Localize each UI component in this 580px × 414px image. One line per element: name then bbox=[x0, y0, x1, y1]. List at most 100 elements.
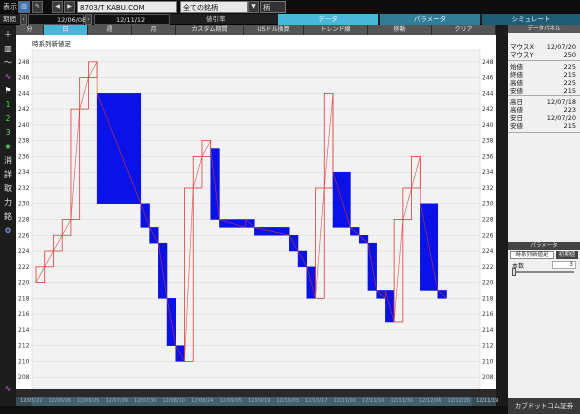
param-tab-indicator[interactable]: 時系列新値足 bbox=[510, 251, 554, 259]
range-key: 高値 bbox=[510, 106, 523, 114]
building-icon[interactable]: ▥ bbox=[1, 42, 15, 55]
top-toolbar: 表示 ▥ ✎ ◀ ▶ 8703/T KABU.COM 全ての銘柄 ▼ 柄 bbox=[0, 0, 580, 14]
prev-symbol-button[interactable]: ◀ bbox=[52, 1, 63, 13]
param-header: パラメータ bbox=[508, 242, 580, 250]
param-slider-track[interactable] bbox=[512, 271, 574, 273]
wave-icon[interactable]: ∿ bbox=[1, 70, 15, 83]
y-tick-label-left: 218 bbox=[18, 295, 30, 302]
x-axis-strip bbox=[16, 389, 496, 397]
marker-3-icon[interactable]: 3 bbox=[1, 126, 15, 139]
tab-parameter[interactable]: パラメータ bbox=[380, 14, 480, 25]
range-key: 安値 bbox=[510, 122, 523, 130]
y-axis-right: 248 246 244 242 240 238 236 234 232 230 228 226 224 2… bbox=[482, 59, 494, 381]
y-tick-label-left: 212 bbox=[18, 343, 30, 350]
y-tick-label-left: 232 bbox=[18, 185, 30, 192]
panel-separator bbox=[508, 60, 580, 61]
get-icon[interactable]: 取 bbox=[1, 182, 15, 195]
param-tab-indicator-text: 時系列新値足 bbox=[515, 252, 549, 258]
marker-1-icon[interactable]: 1 bbox=[1, 98, 15, 111]
tab-clear-label: クリア bbox=[454, 26, 473, 33]
draw-icon[interactable]: ✎ bbox=[32, 1, 43, 13]
symbol-input[interactable]: 8703/T KABU.COM bbox=[77, 1, 177, 13]
y-tick-label-left: 220 bbox=[18, 280, 30, 287]
category-dropdown-icon[interactable]: ▼ bbox=[248, 1, 259, 13]
marker-2-icon[interactable]: 2 bbox=[1, 112, 15, 125]
line-chart-icon[interactable]: 〜 bbox=[1, 56, 15, 69]
chart-panel[interactable]: 12/06/1512/06/2912/07/1312/07/3012/08/13… bbox=[16, 35, 496, 404]
symbol-icon[interactable]: 銘 bbox=[1, 210, 15, 223]
status-bar bbox=[0, 406, 580, 414]
y-axis-left: 248 246 244 242 240 238 236 234 232 230 228 226 224 2… bbox=[18, 59, 30, 381]
y-tick-label-left: 240 bbox=[18, 122, 30, 129]
param-slider-handle[interactable] bbox=[512, 268, 516, 276]
y-tick-label-left: 208 bbox=[18, 374, 30, 381]
price-row: 始値 225 bbox=[508, 63, 580, 71]
tab-usd-conversion[interactable]: USドル換算 bbox=[244, 25, 304, 35]
tab-usd-conversion-label: USドル換算 bbox=[257, 26, 290, 33]
next-symbol-button[interactable]: ▶ bbox=[64, 1, 75, 13]
chart-svg[interactable]: 12/06/1512/06/2912/07/1312/07/3012/08/13… bbox=[16, 35, 496, 404]
detail-icon[interactable]: 詳 bbox=[1, 168, 15, 181]
tab-custom-period[interactable]: カスタム期間 bbox=[176, 25, 244, 35]
tab-month[interactable]: 月 bbox=[132, 25, 176, 35]
bottom-chart-icon[interactable]: ∿ bbox=[1, 382, 15, 395]
period-prev-icon[interactable]: ‹ bbox=[20, 14, 27, 25]
chart-type-icon[interactable]: ▥ bbox=[18, 1, 30, 13]
y-tick-label-right: 248 bbox=[482, 59, 494, 66]
y-tick-label-left: 214 bbox=[18, 327, 30, 334]
price-value: 215 bbox=[563, 71, 576, 79]
tab-move[interactable]: 移動 bbox=[368, 25, 432, 35]
period-label: 期間 bbox=[3, 15, 16, 23]
y-tick-label-left: 226 bbox=[18, 232, 30, 239]
tab-minute[interactable]: 分 bbox=[16, 25, 44, 35]
data-panel-header: データパネル bbox=[508, 25, 580, 33]
y-tick-label-left: 222 bbox=[18, 264, 30, 271]
crosshair-icon[interactable]: ＋ bbox=[1, 28, 15, 41]
tab-move-label: 移動 bbox=[393, 26, 406, 33]
mouse-value: 12/07/20 bbox=[546, 43, 576, 51]
star-icon[interactable]: ★ bbox=[1, 140, 15, 153]
panel-separator bbox=[508, 95, 580, 96]
tab-data-label: データ bbox=[318, 15, 338, 23]
erase-icon[interactable]: 消 bbox=[1, 154, 15, 167]
period-next-icon[interactable]: › bbox=[85, 14, 92, 25]
y-tick-label-left: 244 bbox=[18, 90, 30, 97]
start-date-field[interactable]: 12/06/08 bbox=[28, 14, 86, 25]
period-toolbar: 期間 ‹ 12/06/08 › 12/11/12 値引率 データ パラメータ シ… bbox=[0, 14, 580, 25]
tab-data[interactable]: データ bbox=[278, 14, 378, 25]
nav-selection-range[interactable] bbox=[32, 397, 472, 406]
nav-date-label: 12/11/19 bbox=[476, 398, 499, 404]
y-tick-label-left: 248 bbox=[18, 59, 30, 66]
tab-simulate[interactable]: シミュレート bbox=[482, 14, 580, 25]
category-select[interactable]: 全ての銘柄 bbox=[180, 1, 248, 13]
range-value: 12/07/18 bbox=[546, 98, 576, 106]
y-tick-label-left: 228 bbox=[18, 217, 30, 224]
range-key: 高日 bbox=[510, 98, 523, 106]
price-value: 215 bbox=[563, 87, 576, 95]
mouse-row: マウスY 250 bbox=[508, 51, 580, 59]
param-value-input[interactable]: 3 bbox=[552, 261, 576, 269]
flag-icon[interactable]: ⚑ bbox=[1, 84, 15, 97]
brand-logo: カブドットコム証券 bbox=[508, 398, 580, 414]
end-date-field[interactable]: 12/11/12 bbox=[94, 14, 170, 25]
tab-trend-line[interactable]: トレンド線 bbox=[304, 25, 368, 35]
y-tick-label-right: 228 bbox=[482, 217, 494, 224]
y-tick-label-right: 234 bbox=[482, 169, 494, 176]
y-tick-label-left: 216 bbox=[18, 311, 30, 318]
timeline-navigator[interactable]: 12/05/22 12/06/06 12/06/25 12/07/09 12/07/30… bbox=[16, 397, 499, 406]
input-icon[interactable]: 力 bbox=[1, 196, 15, 209]
tab-week[interactable]: 週 bbox=[88, 25, 132, 35]
price-key: 終値 bbox=[510, 71, 523, 79]
range-row: 安日 12/07/20 bbox=[508, 114, 580, 122]
y-tick-label-right: 238 bbox=[482, 138, 494, 145]
y-tick-label-right: 216 bbox=[482, 311, 494, 318]
tab-day[interactable]: 日 bbox=[44, 25, 88, 35]
tab-trend-line-label: トレンド線 bbox=[320, 26, 351, 33]
param-tab-default[interactable]: 初期値 bbox=[556, 251, 578, 259]
gear-icon[interactable]: ⚙ bbox=[1, 224, 15, 237]
y-tick-label-left: 210 bbox=[18, 358, 30, 365]
tab-clear[interactable]: クリア bbox=[432, 25, 496, 35]
mouse-row: マウスX 12/07/20 bbox=[508, 43, 580, 51]
range-value: 223 bbox=[563, 106, 576, 114]
data-panel-header-text: データパネル bbox=[527, 26, 561, 32]
